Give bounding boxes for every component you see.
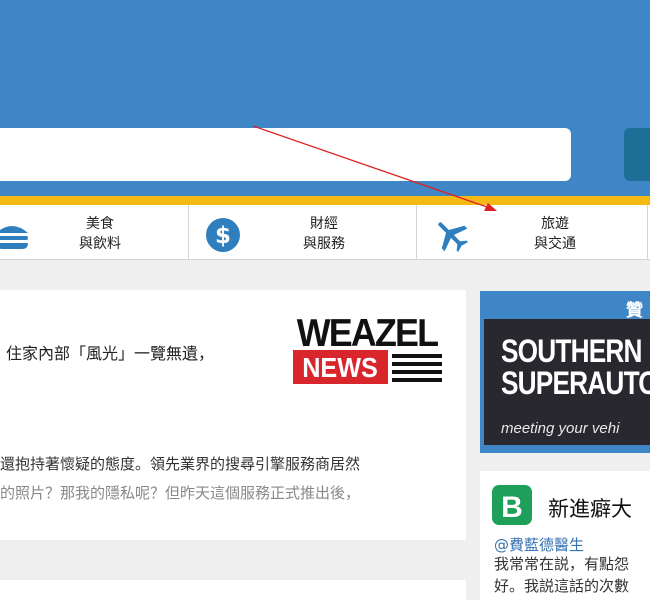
search-button[interactable] xyxy=(624,128,650,181)
burger-icon xyxy=(0,226,28,249)
ad-brand-line: SUPERAUTO xyxy=(501,365,650,401)
search-input[interactable] xyxy=(0,128,571,181)
social-widget: B 新進癖大 @費藍德醫生 我常常在説，有點怨 好。我説這話的次數 xyxy=(480,471,650,600)
category-label: 財經 與服務 xyxy=(303,216,345,252)
svg-text:B: B xyxy=(501,491,523,524)
article-snippet: 還抱持著懷疑的態度。領先業界的搜尋引擎服務商居然 的照片？那我的隱私呢？但昨天這… xyxy=(0,455,361,502)
ad-label: 贊 xyxy=(626,301,643,321)
accent-bar xyxy=(0,196,650,205)
widget-title: 新進癖大 xyxy=(548,497,632,521)
ad-tagline: meeting your vehi xyxy=(501,420,620,437)
airplane-icon xyxy=(438,222,468,252)
category-travel-transport[interactable]: 旅遊 與交通 xyxy=(417,205,647,260)
dollar-icon: $ xyxy=(206,218,240,252)
svg-text:$: $ xyxy=(215,223,231,249)
article-title[interactable]: 住家內部「風光」一覽無遺， xyxy=(6,340,214,364)
article-card[interactable] xyxy=(0,580,466,600)
category-food-drinks[interactable]: 美食 與飲料 xyxy=(0,205,188,260)
widget-author-link[interactable]: @費藍德醫生 xyxy=(494,534,584,555)
category-finance-services[interactable]: $ 財經 與服務 xyxy=(189,205,416,260)
category-label: 旅遊 與交通 xyxy=(534,216,576,252)
ad-banner[interactable]: SOUTHERN SUPERAUTO meeting your vehi xyxy=(484,319,650,445)
article-card[interactable]: 住家內部「風光」一覽無遺， WEAZEL NEWS 還抱持著懷疑的態度。領先業界… xyxy=(0,290,466,540)
svg-text:WEAZEL: WEAZEL xyxy=(297,311,438,355)
category-nav: 美食 與飲料 $ 財經 與服務 旅遊 與交通 xyxy=(0,205,650,260)
widget-post-text: 我常常在説，有點怨 好。我説這話的次數 xyxy=(494,555,630,595)
bleeter-logo-icon: B xyxy=(492,485,532,525)
weazel-news-logo: WEAZEL NEWS xyxy=(281,304,453,390)
divider xyxy=(647,205,648,260)
sponsored-ad[interactable]: 贊 SOUTHERN SUPERAUTO meeting your vehi xyxy=(480,291,650,453)
svg-text:NEWS: NEWS xyxy=(302,352,378,384)
category-label: 美食 與飲料 xyxy=(79,216,121,252)
